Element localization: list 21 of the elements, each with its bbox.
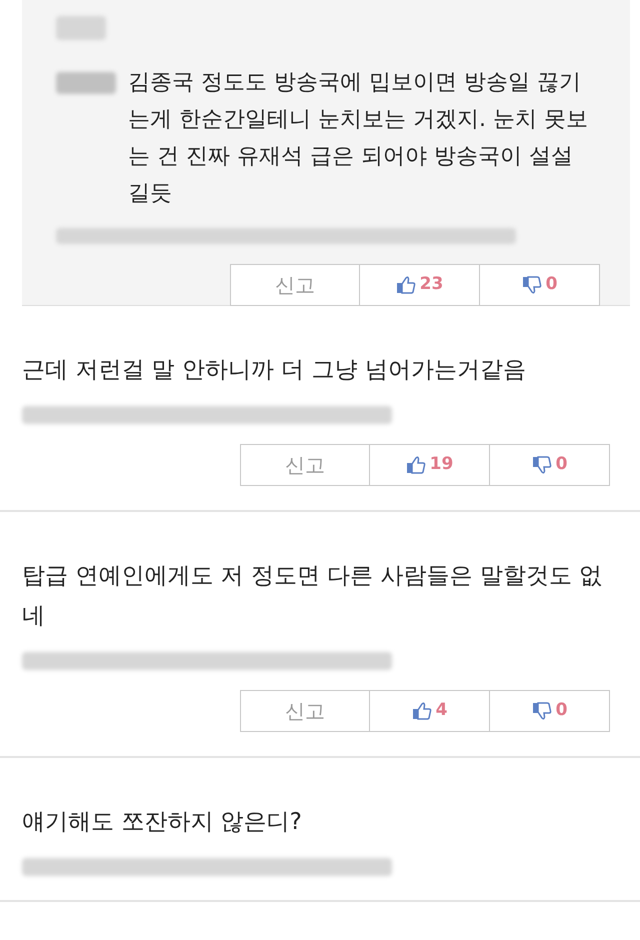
- comment-text: 얘기해도 쪼잔하지 않은디?: [22, 808, 303, 837]
- thumbs-down-icon: [522, 275, 542, 295]
- report-button[interactable]: 신고: [231, 265, 359, 305]
- dislike-button[interactable]: 0: [489, 445, 609, 485]
- comment-text: 근데 저런걸 말 안하니까 더 그냥 넘어가는거같음: [22, 356, 527, 385]
- report-button[interactable]: 신고: [241, 691, 369, 731]
- redacted-bar: [56, 16, 106, 40]
- thumbs-up-icon: [412, 701, 432, 721]
- comment-text: 탑급 연예인에게도 저 정도면 다른 사람들은 말할것도 없네: [22, 562, 604, 631]
- dislike-button[interactable]: 0: [479, 265, 599, 305]
- like-button[interactable]: 4: [369, 691, 489, 731]
- like-button[interactable]: 19: [369, 445, 489, 485]
- thumbs-up-icon: [406, 455, 426, 475]
- comment-text: 김종국 정도도 방송국에 밉보이면 방송일 끊기는게 한순간일테니 눈치보는 거겠지. 눈치 못보는 건 진짜 유재석 급은 되어야 방송국이 설설 길듯: [128, 69, 589, 208]
- redacted-bar: [56, 72, 116, 94]
- dislike-button[interactable]: 0: [489, 691, 609, 731]
- thumbs-down-icon: [532, 455, 552, 475]
- thumbs-down-icon: [532, 701, 552, 721]
- thumbs-up-icon: [396, 275, 416, 295]
- like-button[interactable]: 23: [359, 265, 479, 305]
- report-button[interactable]: 신고: [241, 445, 369, 485]
